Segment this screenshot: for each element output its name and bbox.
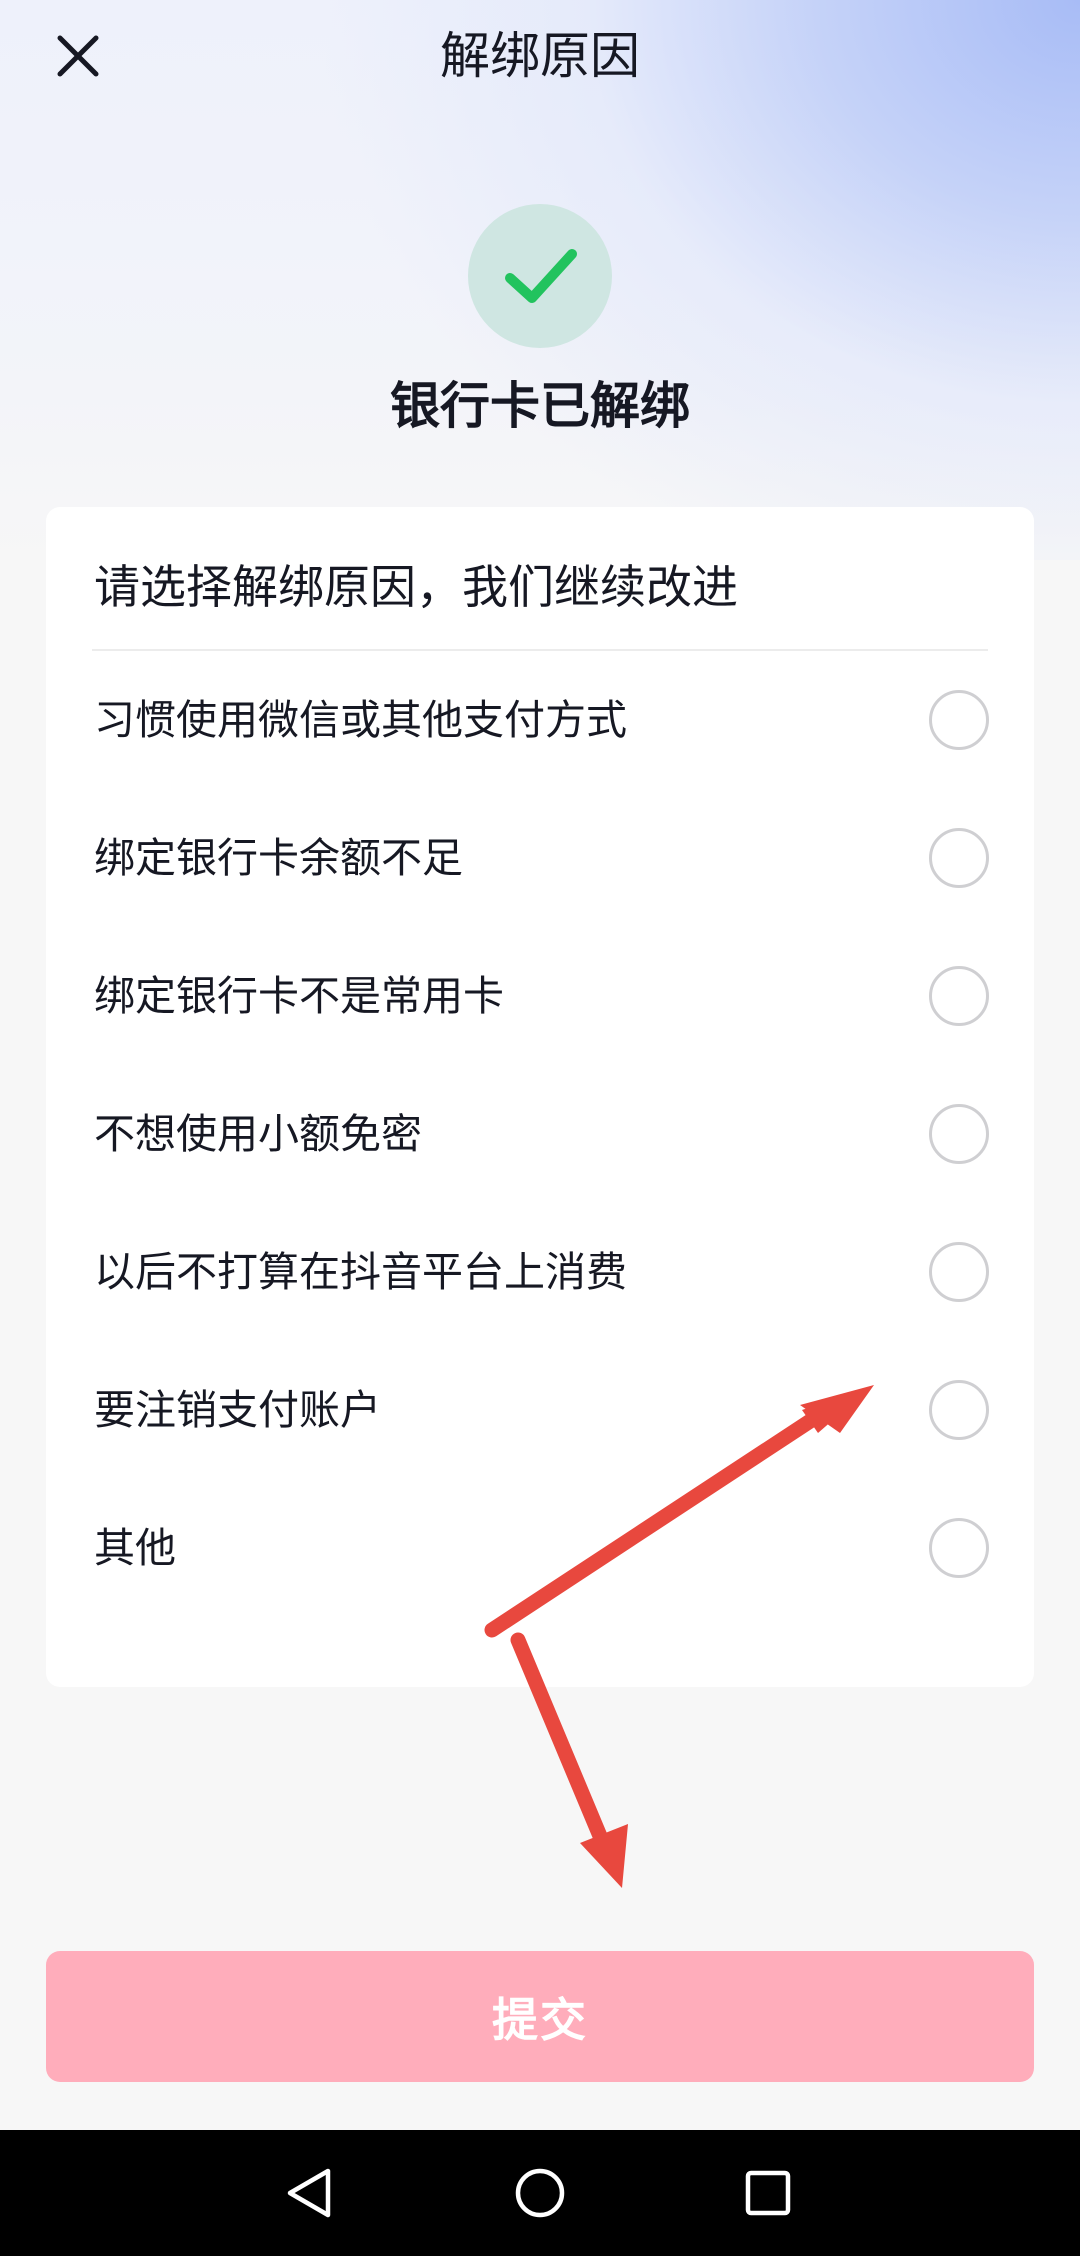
radio-button[interactable] [929, 1242, 989, 1302]
reason-option-wechat[interactable]: 习惯使用微信或其他支付方式 [92, 651, 989, 789]
nav-back-button[interactable] [250, 2130, 370, 2256]
radio-button[interactable] [929, 1518, 989, 1578]
reason-option-insufficient-balance[interactable]: 绑定银行卡余额不足 [92, 789, 989, 927]
recents-square-icon [745, 2170, 791, 2216]
nav-home-button[interactable] [480, 2130, 600, 2256]
nav-recents-button[interactable] [708, 2130, 828, 2256]
reason-option-no-future-spending[interactable]: 以后不打算在抖音平台上消费 [92, 1203, 989, 1341]
option-label: 以后不打算在抖音平台上消费 [94, 1248, 627, 1296]
back-triangle-icon [287, 2168, 331, 2218]
arrow-head-down [580, 1824, 628, 1888]
option-label: 习惯使用微信或其他支付方式 [94, 696, 627, 744]
radio-button[interactable] [929, 690, 989, 750]
radio-button[interactable] [929, 1104, 989, 1164]
option-label: 其他 [94, 1524, 176, 1572]
reason-option-close-account[interactable]: 要注销支付账户 [92, 1341, 989, 1479]
reason-option-no-password-free[interactable]: 不想使用小额免密 [92, 1065, 989, 1203]
reason-option-other[interactable]: 其他 [92, 1479, 989, 1617]
success-badge [468, 204, 612, 348]
radio-button[interactable] [929, 1380, 989, 1440]
page-title: 解绑原因 [440, 27, 640, 85]
reason-option-not-common-card[interactable]: 绑定银行卡不是常用卡 [92, 927, 989, 1065]
radio-button[interactable] [929, 966, 989, 1026]
option-label: 绑定银行卡余额不足 [94, 834, 463, 882]
option-label: 要注销支付账户 [94, 1386, 381, 1434]
home-circle-icon [515, 2168, 565, 2218]
option-label: 不想使用小额免密 [94, 1110, 422, 1158]
unbind-success-text: 银行卡已解绑 [390, 377, 690, 435]
submit-button[interactable]: 提交 [46, 1951, 1034, 2082]
card-title: 请选择解绑原因，我们继续改进 [94, 560, 738, 614]
checkmark-icon [505, 249, 577, 303]
option-label: 绑定银行卡不是常用卡 [94, 972, 504, 1020]
system-navigation-bar [0, 2130, 1080, 2256]
reason-card: 请选择解绑原因，我们继续改进 习惯使用微信或其他支付方式 绑定银行卡余额不足 绑… [46, 507, 1034, 1687]
radio-button[interactable] [929, 828, 989, 888]
